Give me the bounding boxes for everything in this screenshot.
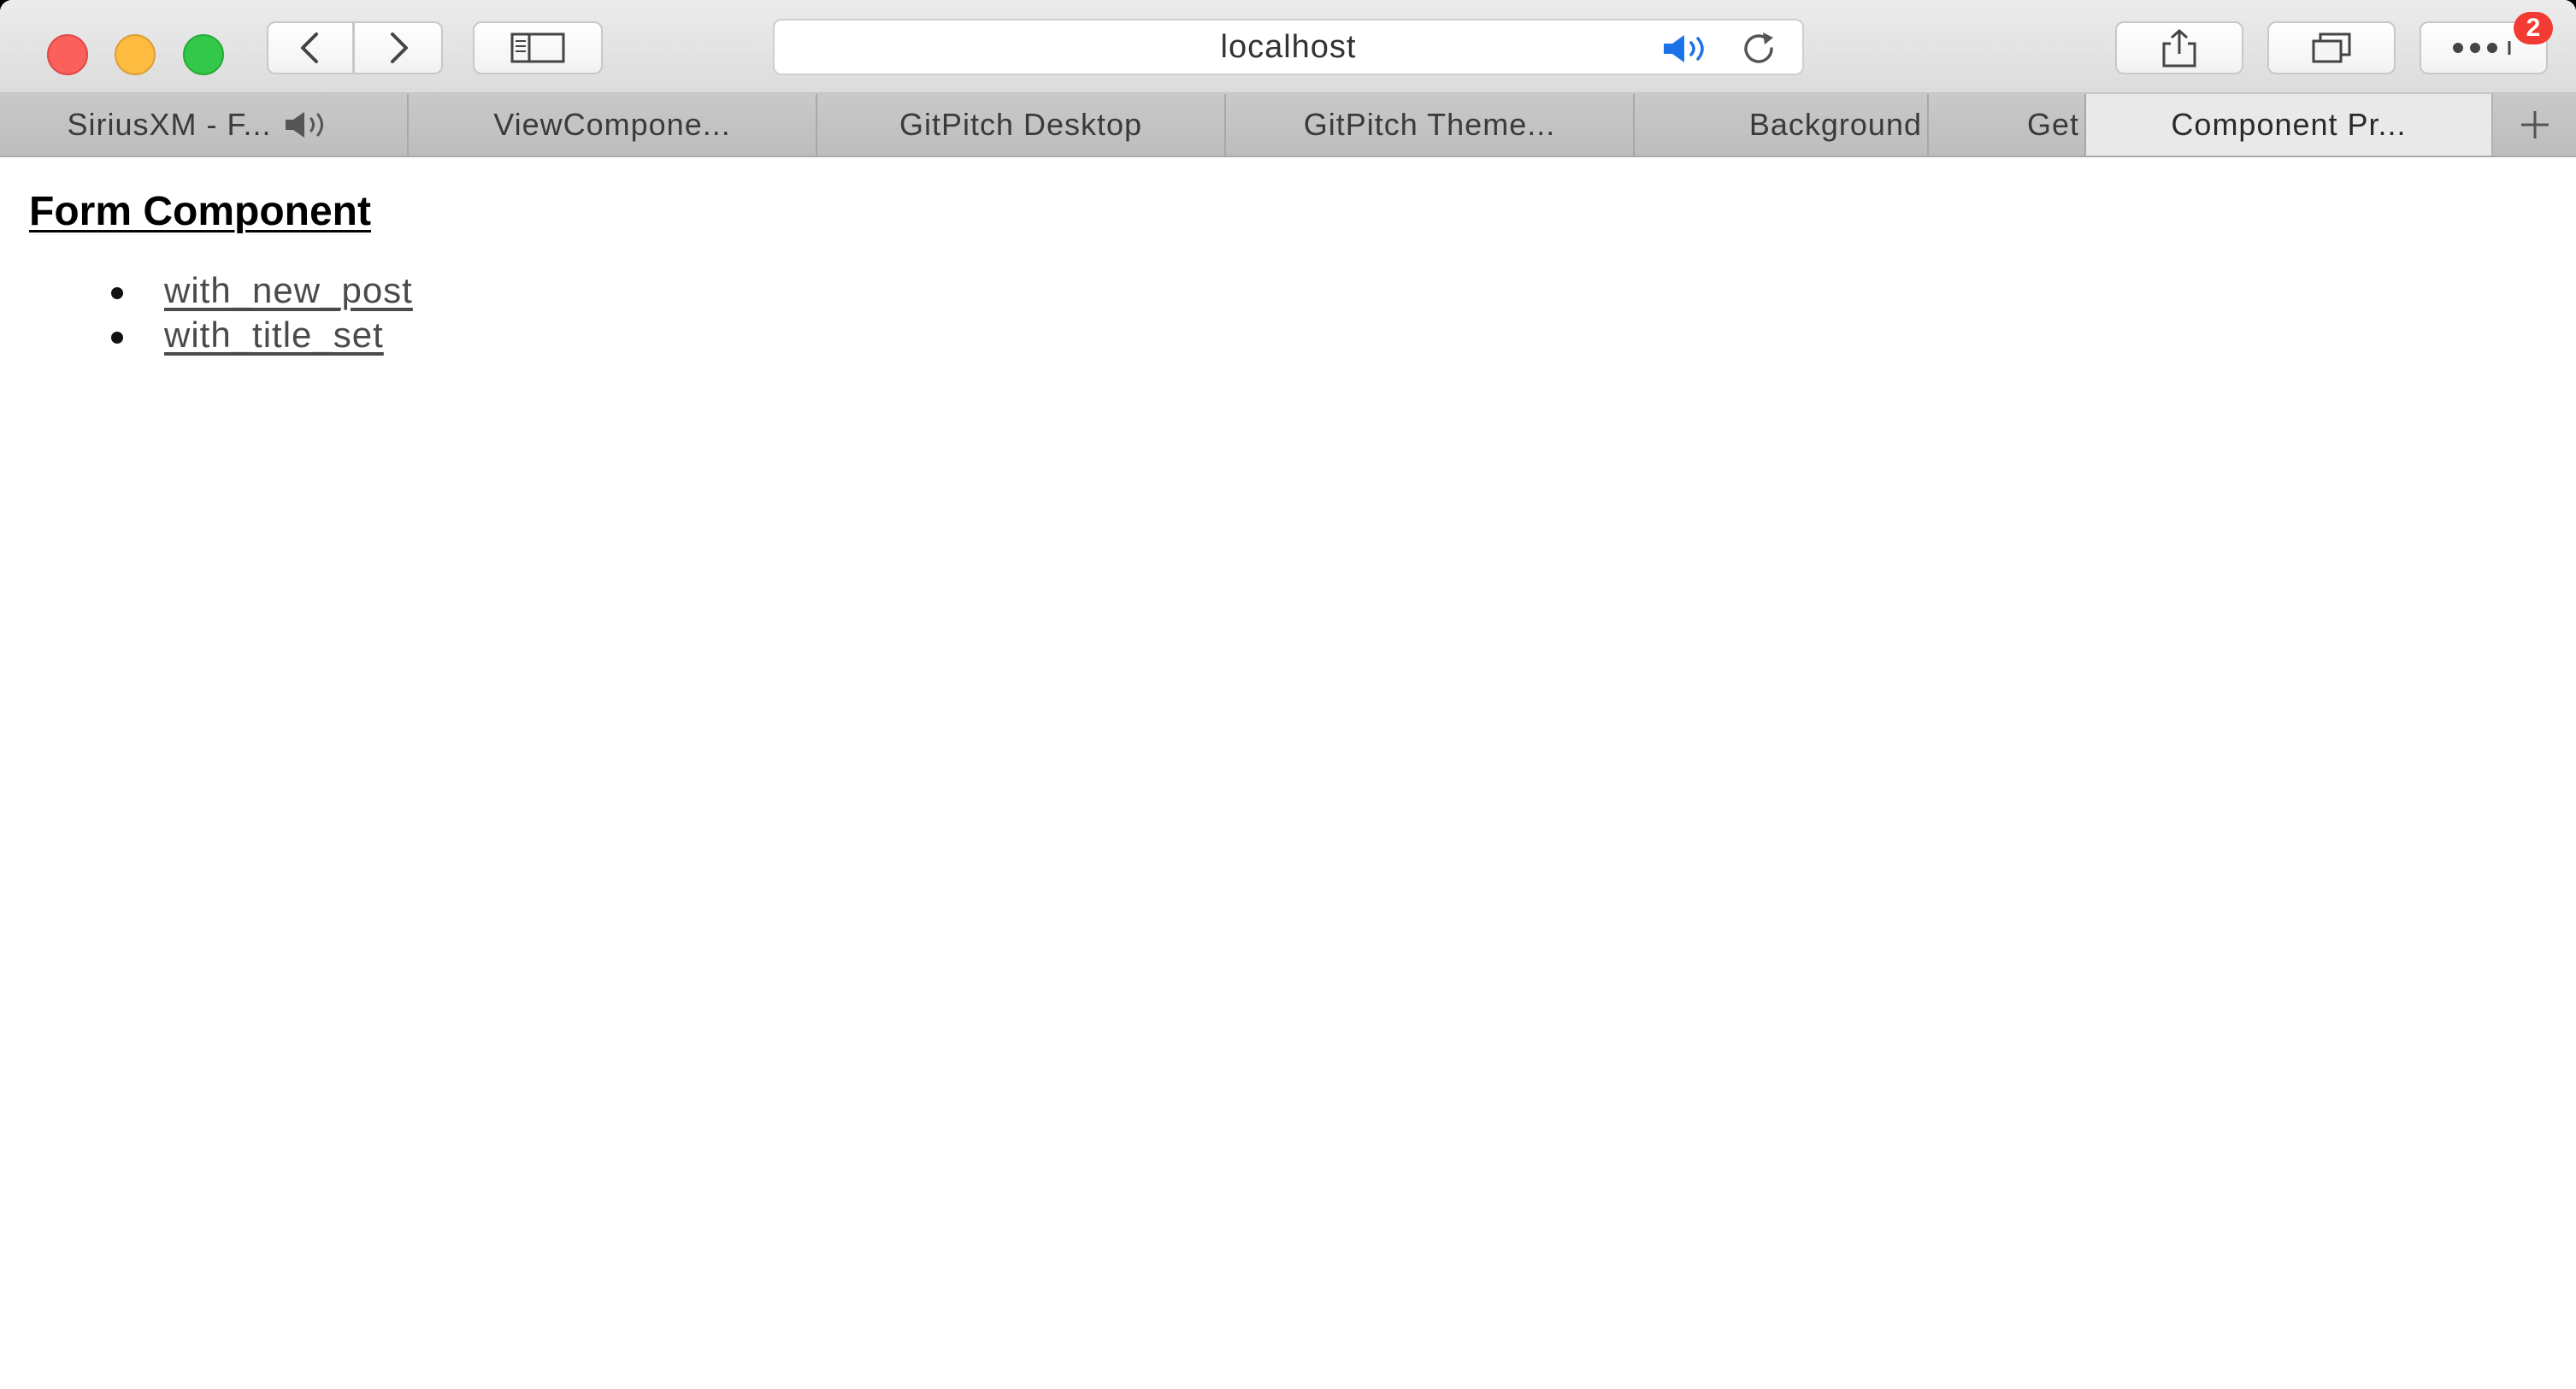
tab-get[interactable]: Get xyxy=(1929,94,2086,156)
sidebar-icon xyxy=(510,32,565,63)
preview-link-with-title-set[interactable]: with_title_set xyxy=(164,315,384,356)
bullet xyxy=(111,287,123,299)
close-window-button[interactable] xyxy=(47,34,88,75)
notification-badge: 2 xyxy=(2514,12,2553,44)
tab-label: Component Pr... xyxy=(2171,107,2407,142)
browser-window: localhost 2 SiriusXM - F... ViewCompone.… xyxy=(0,0,2576,1389)
bullet xyxy=(111,332,123,344)
maximize-window-button[interactable] xyxy=(183,34,224,75)
preview-list: with_new_post with_title_set xyxy=(103,268,413,357)
tab-overview-icon xyxy=(2312,32,2351,63)
tab-label: Get xyxy=(2026,107,2079,142)
tab-label: ViewCompone... xyxy=(493,107,731,142)
tab-background[interactable]: Background xyxy=(1635,94,1929,156)
list-item: with_new_post xyxy=(103,268,413,313)
tab-viewcomponent[interactable]: ViewCompone... xyxy=(409,94,817,156)
address-bar[interactable]: localhost xyxy=(773,19,1804,75)
new-tab-button[interactable] xyxy=(2493,94,2576,156)
chevron-left-icon xyxy=(301,32,318,63)
back-button[interactable] xyxy=(267,21,354,74)
ellipsis-icon xyxy=(2453,41,2511,55)
share-icon xyxy=(2162,28,2196,68)
tab-siriusxm[interactable]: SiriusXM - F... xyxy=(0,94,409,156)
chevron-right-icon xyxy=(390,32,408,63)
tab-component-previews[interactable]: Component Pr... xyxy=(2086,94,2493,156)
page-content: Form Component with_new_post with_title_… xyxy=(0,157,2576,1389)
list-item: with_title_set xyxy=(103,313,413,357)
forward-button[interactable] xyxy=(354,21,443,74)
address-text: localhost xyxy=(1220,28,1357,65)
plus-icon xyxy=(2520,111,2549,138)
sidebar-toggle-button[interactable] xyxy=(473,21,603,74)
tab-gitpitch-desktop[interactable]: GitPitch Desktop xyxy=(817,94,1226,156)
page-title[interactable]: Form Component xyxy=(29,188,371,235)
browser-toolbar: localhost 2 xyxy=(0,0,2576,94)
speaker-icon[interactable] xyxy=(1662,32,1722,65)
reload-icon[interactable] xyxy=(1741,31,1778,67)
speaker-icon[interactable] xyxy=(284,110,340,139)
tab-label: GitPitch Desktop xyxy=(899,107,1143,142)
tab-label: Background xyxy=(1748,107,1922,142)
tab-overview-button[interactable] xyxy=(2267,21,2396,74)
tab-bar: SiriusXM - F... ViewCompone... GitPitch … xyxy=(0,94,2576,157)
tab-label: SiriusXM - F... xyxy=(67,107,272,142)
tab-gitpitch-themes[interactable]: GitPitch Theme... xyxy=(1226,94,1635,156)
share-button[interactable] xyxy=(2115,21,2243,74)
preview-link-with-new-post[interactable]: with_new_post xyxy=(164,270,413,311)
tab-label: GitPitch Theme... xyxy=(1303,107,1556,142)
minimize-window-button[interactable] xyxy=(115,34,156,75)
